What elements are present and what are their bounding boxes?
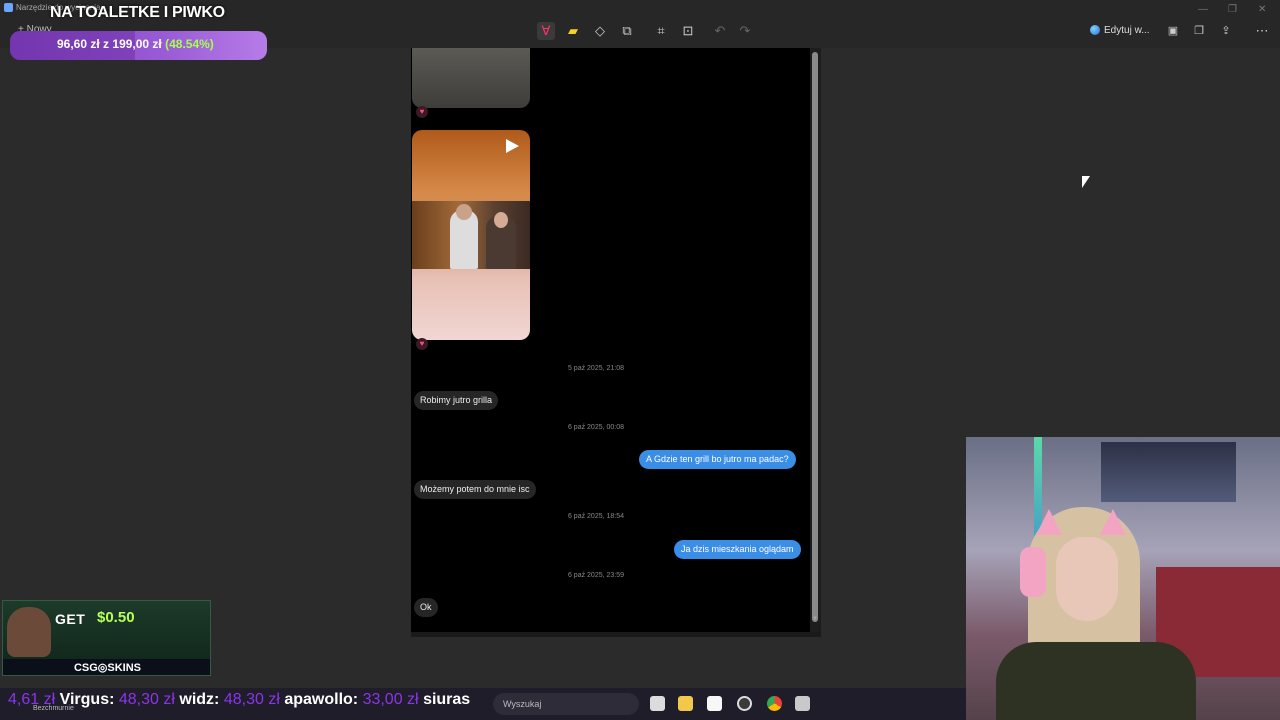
- redo-icon[interactable]: ↷: [736, 22, 754, 40]
- taskbar-search[interactable]: Wyszukaj: [493, 693, 639, 715]
- mouse-cursor-icon: [1082, 176, 1090, 188]
- minimize-icon[interactable]: —: [1198, 4, 1208, 15]
- clock-app-icon[interactable]: [737, 696, 752, 711]
- highlighter-icon[interactable]: ▰: [564, 22, 582, 40]
- timestamp: 6 paź 2025, 00:08: [567, 424, 625, 431]
- wall-poster: [1101, 442, 1236, 502]
- maximize-icon[interactable]: ❐: [1228, 4, 1237, 15]
- person-head: [456, 204, 472, 220]
- undo-icon[interactable]: ↶: [711, 22, 729, 40]
- donation-ticker: 4,61 zł Virgus: 48,30 zł widz: 48,30 zł …: [8, 691, 471, 708]
- crop-icon[interactable]: ⌗: [652, 22, 670, 40]
- scroll-down-icon[interactable]: ▼: [812, 616, 818, 622]
- goal-text: 96,60 zł z 199,00 zł (48.54%): [57, 37, 214, 51]
- pen-icon[interactable]: ∀: [537, 22, 555, 40]
- task-view-icon[interactable]: [650, 696, 665, 711]
- message-incoming: Robimy jutro grilla: [414, 391, 499, 410]
- goal-percent: (48.54%): [165, 37, 214, 51]
- heart-icon: ♥: [416, 338, 428, 350]
- store-icon[interactable]: [707, 696, 722, 711]
- scroll-thumb[interactable]: [812, 52, 818, 622]
- ad-amount: $0.50: [97, 609, 135, 626]
- ad-brand: CSG◎SKINS: [73, 662, 142, 674]
- cat-ear-icon: [1036, 509, 1062, 535]
- message-outgoing: Ja dzis mieszkania oglądam: [674, 540, 801, 559]
- message-incoming: Ok: [414, 598, 438, 617]
- file-explorer-icon[interactable]: [678, 696, 693, 711]
- chrome-icon[interactable]: [767, 696, 782, 711]
- eraser-icon[interactable]: ◇: [591, 22, 609, 40]
- timestamp: 5 paź 2025, 21:08: [567, 365, 625, 372]
- timestamp: 6 paź 2025, 23:59: [567, 572, 625, 579]
- copy-icon[interactable]: ❐: [1190, 22, 1208, 40]
- mascot-icon: [7, 607, 51, 657]
- paint-app-icon: [1090, 25, 1100, 36]
- media-video[interactable]: [412, 130, 530, 340]
- headset-icon: [1020, 547, 1046, 597]
- weather-label: Bezchmurnie: [33, 705, 74, 712]
- message-incoming: Możemy potem do mnie isc: [414, 480, 536, 499]
- text-actions-icon[interactable]: ⊡: [679, 22, 697, 40]
- heart-icon: ♥: [416, 106, 428, 118]
- cat-ear-icon: [1100, 509, 1126, 535]
- app-icon: [4, 3, 13, 13]
- more-icon[interactable]: ⋯: [1253, 22, 1271, 40]
- webcam-feed: [966, 437, 1280, 720]
- scrollbar[interactable]: ▼: [810, 48, 821, 636]
- play-icon[interactable]: [506, 139, 519, 153]
- goal-title: NA TOALETKE I PIWKO: [50, 4, 225, 21]
- streamer-face: [1056, 537, 1118, 621]
- ad-get-text: GET: [55, 611, 86, 627]
- share-icon[interactable]: ⇪: [1217, 22, 1235, 40]
- person-head: [494, 212, 508, 228]
- timestamp: 6 paź 2025, 18:54: [567, 513, 625, 520]
- message-outgoing: A Gdzie ten grill bo jutro ma padac?: [639, 450, 796, 469]
- save-icon[interactable]: ▣: [1164, 22, 1182, 40]
- chat-bottom-edge: [411, 632, 821, 637]
- sponsor-ad[interactable]: GET $0.50 CSG◎SKINS: [2, 600, 211, 676]
- app-icon[interactable]: [795, 696, 810, 711]
- streamer-shirt: [996, 642, 1196, 720]
- close-icon[interactable]: ✕: [1258, 4, 1266, 15]
- edit-in-button[interactable]: Edytuj w...: [1090, 25, 1150, 36]
- media-image[interactable]: [412, 48, 530, 108]
- shapes-icon[interactable]: ⧉: [618, 22, 636, 40]
